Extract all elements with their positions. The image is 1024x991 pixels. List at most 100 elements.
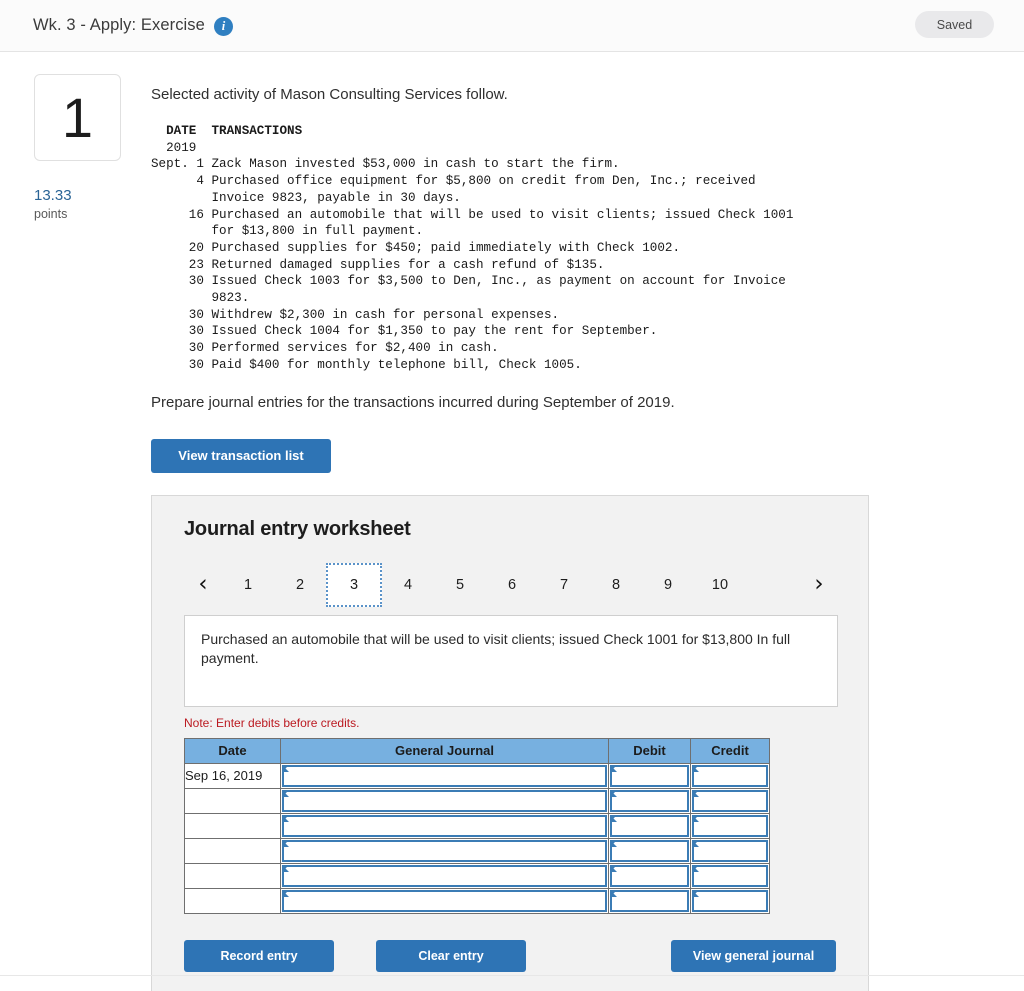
dropdown-triangle-icon[interactable] bbox=[610, 864, 617, 872]
dropdown-triangle-icon[interactable] bbox=[610, 839, 617, 847]
cell-general-journal-5[interactable] bbox=[280, 887, 609, 914]
pager-page-10[interactable]: 10 bbox=[694, 563, 746, 607]
pager-page-8[interactable]: 8 bbox=[590, 563, 642, 607]
cell-debit-1[interactable] bbox=[608, 787, 691, 814]
table-row bbox=[184, 837, 770, 864]
column-header-date: Date bbox=[184, 737, 281, 764]
dropdown-triangle-icon[interactable] bbox=[692, 864, 699, 872]
cell-date-5[interactable] bbox=[184, 887, 281, 914]
cell-date-3[interactable] bbox=[184, 837, 281, 864]
prepare-instruction: Prepare journal entries for the transact… bbox=[151, 393, 675, 411]
table-row bbox=[184, 787, 770, 814]
input-debit-1[interactable] bbox=[610, 789, 689, 812]
column-header-debit: Debit bbox=[608, 737, 691, 764]
info-icon[interactable]: i bbox=[213, 17, 233, 36]
cell-date-4[interactable] bbox=[184, 862, 281, 889]
cell-date-1[interactable] bbox=[184, 787, 281, 814]
chevron-right-icon[interactable]: › bbox=[800, 573, 838, 596]
input-general-journal-1[interactable] bbox=[282, 789, 607, 812]
cell-general-journal-1[interactable] bbox=[280, 787, 609, 814]
dropdown-triangle-icon[interactable] bbox=[692, 789, 699, 797]
dropdown-triangle-icon[interactable] bbox=[692, 764, 699, 772]
worksheet-pager: ‹ 1 2 3 4 5 6 7 8 9 10 › bbox=[184, 562, 838, 607]
page-body: 1 13.33 points Selected activity of Maso… bbox=[0, 52, 1024, 991]
pager-page-6[interactable]: 6 bbox=[486, 563, 538, 607]
cell-general-journal-0[interactable] bbox=[280, 762, 609, 789]
view-general-journal-button[interactable]: View general journal bbox=[671, 939, 836, 972]
table-row: Sep 16, 2019 bbox=[184, 762, 770, 789]
dropdown-triangle-icon[interactable] bbox=[610, 814, 617, 822]
cell-general-journal-4[interactable] bbox=[280, 862, 609, 889]
status-badge-saved: Saved bbox=[915, 11, 994, 38]
dropdown-triangle-icon[interactable] bbox=[282, 864, 289, 872]
dropdown-triangle-icon[interactable] bbox=[692, 839, 699, 847]
input-credit-4[interactable] bbox=[692, 864, 768, 887]
dropdown-triangle-icon[interactable] bbox=[282, 814, 289, 822]
dropdown-triangle-icon[interactable] bbox=[610, 764, 617, 772]
pager-page-2[interactable]: 2 bbox=[274, 563, 326, 607]
cell-credit-5[interactable] bbox=[690, 887, 770, 914]
input-debit-0[interactable] bbox=[610, 764, 689, 787]
dropdown-triangle-icon[interactable] bbox=[282, 789, 289, 797]
entry-description-box: Purchased an automobile that will be use… bbox=[184, 614, 838, 707]
dropdown-triangle-icon[interactable] bbox=[282, 839, 289, 847]
cell-debit-4[interactable] bbox=[608, 862, 691, 889]
input-general-journal-2[interactable] bbox=[282, 814, 607, 837]
cell-debit-0[interactable] bbox=[608, 762, 691, 789]
input-general-journal-5[interactable] bbox=[282, 889, 607, 912]
cell-credit-1[interactable] bbox=[690, 787, 770, 814]
input-credit-2[interactable] bbox=[692, 814, 768, 837]
table-header-row: Date General Journal Debit Credit bbox=[184, 737, 770, 764]
input-general-journal-3[interactable] bbox=[282, 839, 607, 862]
dropdown-triangle-icon[interactable] bbox=[610, 889, 617, 897]
record-entry-button[interactable]: Record entry bbox=[184, 939, 334, 972]
column-header-credit: Credit bbox=[690, 737, 770, 764]
pager-page-9[interactable]: 9 bbox=[642, 563, 694, 607]
input-debit-5[interactable] bbox=[610, 889, 689, 912]
dropdown-triangle-icon[interactable] bbox=[282, 764, 289, 772]
cell-general-journal-2[interactable] bbox=[280, 812, 609, 839]
cell-debit-2[interactable] bbox=[608, 812, 691, 839]
dropdown-triangle-icon[interactable] bbox=[282, 889, 289, 897]
worksheet-actions: Record entry Clear entry View general jo… bbox=[184, 939, 838, 991]
input-debit-2[interactable] bbox=[610, 814, 689, 837]
dropdown-triangle-icon[interactable] bbox=[610, 789, 617, 797]
column-header-general-journal: General Journal bbox=[280, 737, 609, 764]
bottom-divider bbox=[0, 975, 1024, 976]
input-general-journal-4[interactable] bbox=[282, 864, 607, 887]
pager-number-list: 1 2 3 4 5 6 7 8 9 10 bbox=[222, 562, 746, 607]
input-credit-0[interactable] bbox=[692, 764, 768, 787]
pager-page-1[interactable]: 1 bbox=[222, 563, 274, 607]
transactions-block-lines: Sept. 1 Zack Mason invested $53,000 in c… bbox=[151, 157, 794, 372]
cell-credit-4[interactable] bbox=[690, 862, 770, 889]
journal-entry-table-body: Sep 16, 2019 bbox=[184, 762, 770, 914]
points-value: 13.33 bbox=[34, 187, 72, 204]
input-debit-3[interactable] bbox=[610, 839, 689, 862]
chevron-left-icon[interactable]: ‹ bbox=[184, 573, 222, 596]
cell-date-2[interactable] bbox=[184, 812, 281, 839]
cell-credit-3[interactable] bbox=[690, 837, 770, 864]
input-credit-3[interactable] bbox=[692, 839, 768, 862]
transactions-block: DATE TRANSACTIONS 2019 Sept. 1 Zack Maso… bbox=[151, 123, 1004, 374]
pager-page-7[interactable]: 7 bbox=[538, 563, 590, 607]
input-general-journal-0[interactable] bbox=[282, 764, 607, 787]
input-credit-5[interactable] bbox=[692, 889, 768, 912]
cell-credit-2[interactable] bbox=[690, 812, 770, 839]
debits-before-credits-note: Note: Enter debits before credits. bbox=[184, 715, 360, 730]
pager-page-5[interactable]: 5 bbox=[434, 563, 486, 607]
clear-entry-button[interactable]: Clear entry bbox=[376, 939, 526, 972]
table-row bbox=[184, 887, 770, 914]
input-debit-4[interactable] bbox=[610, 864, 689, 887]
cell-credit-0[interactable] bbox=[690, 762, 770, 789]
input-credit-1[interactable] bbox=[692, 789, 768, 812]
view-transaction-list-button[interactable]: View transaction list bbox=[151, 438, 331, 473]
pager-page-4[interactable]: 4 bbox=[382, 563, 434, 607]
cell-general-journal-3[interactable] bbox=[280, 837, 609, 864]
cell-debit-5[interactable] bbox=[608, 887, 691, 914]
dropdown-triangle-icon[interactable] bbox=[692, 889, 699, 897]
cell-date-0[interactable]: Sep 16, 2019 bbox=[184, 762, 281, 789]
pager-page-3[interactable]: 3 bbox=[326, 562, 382, 607]
dropdown-triangle-icon[interactable] bbox=[692, 814, 699, 822]
cell-debit-3[interactable] bbox=[608, 837, 691, 864]
top-bar: Wk. 3 - Apply: Exercise i Saved bbox=[0, 0, 1024, 52]
